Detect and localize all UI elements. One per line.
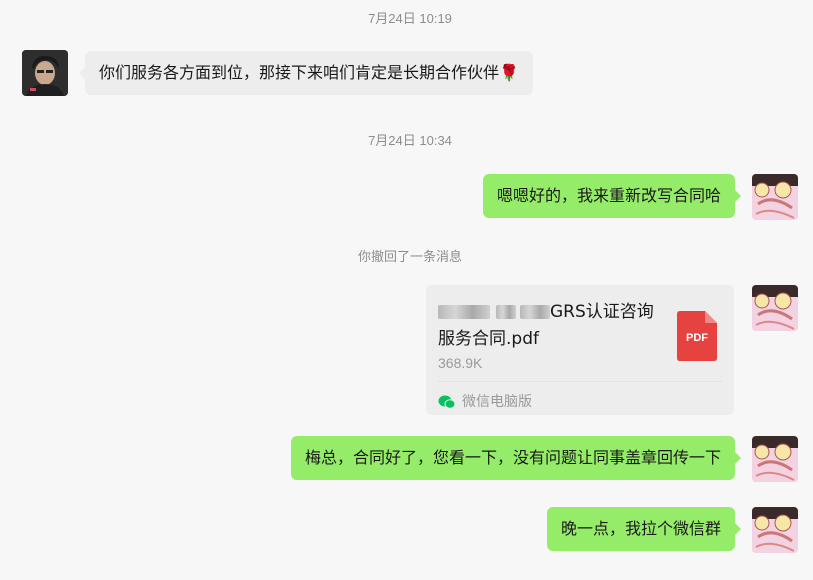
message-bubble[interactable]: 晚一点，我拉个微信群 — [546, 507, 735, 551]
contact-avatar[interactable] — [22, 50, 68, 96]
message-bubble[interactable]: 梅总，合同好了，您看一下，没有问题让同事盖章回传一下 — [290, 436, 735, 480]
divider — [438, 381, 722, 382]
my-avatar[interactable] — [752, 285, 798, 331]
my-avatar[interactable] — [752, 507, 798, 553]
wechat-logo-icon — [438, 395, 456, 409]
redacted-text — [496, 305, 516, 319]
recall-notice: 你撤回了一条消息 — [357, 250, 462, 265]
redacted-text — [520, 305, 550, 319]
message-bubble[interactable]: 你们服务各方面到位，那接下来咱们肯定是长期合作伙伴🌹 — [85, 51, 533, 95]
pdf-file-icon: PDF — [677, 311, 717, 361]
file-name: GRS认证咨询 服务合同.pdf — [438, 302, 654, 349]
message-bubble[interactable]: 嗯嗯好的，我来重新改写合同哈 — [482, 174, 735, 218]
my-avatar[interactable] — [752, 174, 798, 220]
timestamp: 7月24日 10:34 — [368, 133, 452, 148]
file-size: 368.9K — [438, 355, 483, 371]
file-message-card[interactable]: GRS认证咨询 服务合同.pdf 368.9K PDF 微信电脑版 — [426, 285, 734, 415]
redacted-text — [438, 305, 490, 319]
file-source: 微信电脑版 — [438, 391, 532, 411]
timestamp: 7月24日 10:19 — [368, 11, 452, 26]
my-avatar[interactable] — [752, 436, 798, 482]
